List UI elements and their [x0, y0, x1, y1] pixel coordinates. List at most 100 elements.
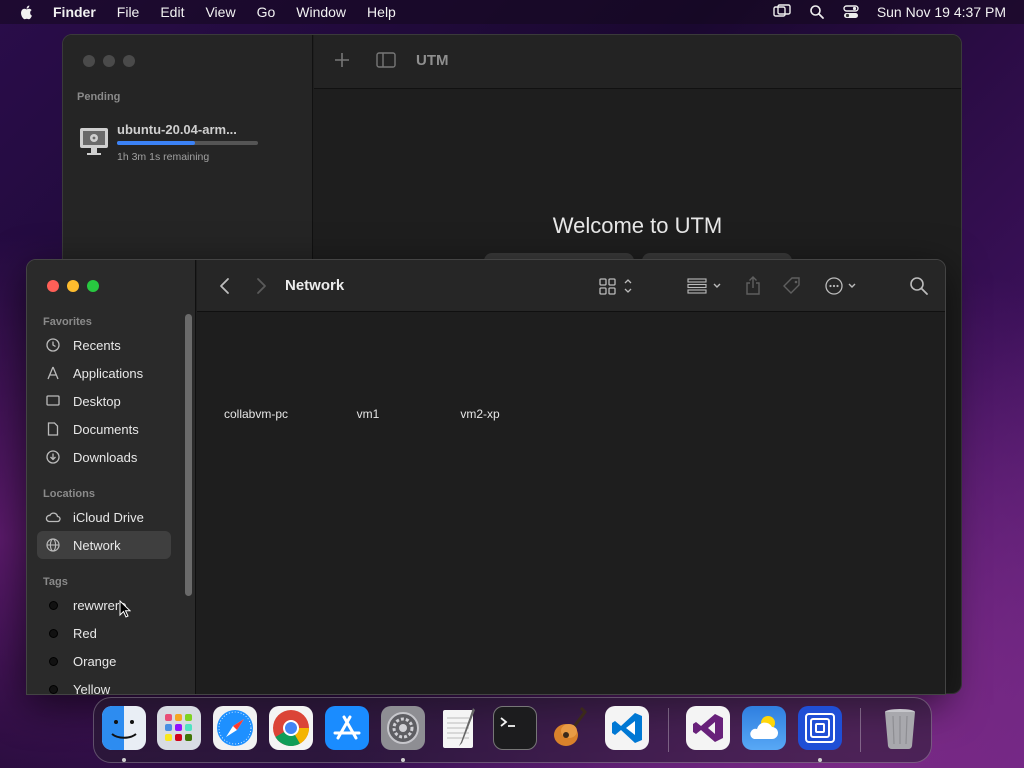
more-actions-icon[interactable]	[824, 276, 860, 296]
finder-content: collabvm-pc vm1 vm2-xp	[197, 313, 945, 694]
welcome-heading: Welcome to UTM	[552, 213, 723, 238]
dock	[93, 697, 932, 763]
utm-zoom-button[interactable]	[123, 55, 135, 67]
dock-chrome-icon[interactable]	[269, 706, 313, 750]
clock-icon	[45, 337, 61, 353]
vm-display-icon	[80, 128, 108, 155]
finder-window: Favorites Recents Applications Desktop D…	[26, 259, 946, 695]
document-icon	[45, 421, 61, 437]
sidebar-item-label: Red	[73, 625, 97, 641]
dock-safari-icon[interactable]	[213, 706, 257, 750]
pending-label: Pending	[77, 91, 121, 103]
finder-minimize-button[interactable]	[67, 280, 79, 292]
menu-help[interactable]: Help	[367, 4, 396, 20]
utm-traffic-lights	[83, 55, 135, 67]
sidebar-tag-red[interactable]: Red	[37, 619, 171, 647]
menu-view[interactable]: View	[205, 4, 235, 20]
sidebar-item-recents[interactable]: Recents	[37, 331, 171, 359]
share-icon[interactable]	[744, 276, 762, 296]
dock-terminal-icon[interactable]	[493, 706, 537, 750]
dock-separator	[860, 708, 861, 752]
network-item-vm1[interactable]: vm1	[318, 407, 418, 421]
dock-finder-icon[interactable]	[102, 706, 146, 750]
dock-visual-studio-icon[interactable]	[686, 706, 730, 750]
sidebar-item-label: Orange	[73, 653, 117, 669]
sidebar-toggle-icon[interactable]	[376, 52, 396, 68]
cloud-icon	[45, 509, 61, 525]
search-icon[interactable]	[909, 276, 929, 296]
dock-weather-icon[interactable]	[742, 706, 786, 750]
sidebar-item-label: Downloads	[73, 449, 138, 465]
utm-close-button[interactable]	[83, 55, 95, 67]
tag-dot-icon	[49, 656, 58, 666]
favorites-label: Favorites	[43, 316, 92, 328]
tag-dot-icon	[49, 628, 58, 638]
sidebar-item-label: Applications	[73, 365, 144, 381]
sidebar-item-label: Yellow	[73, 681, 111, 695]
menu-go[interactable]: Go	[257, 4, 276, 20]
sidebar-item-downloads[interactable]: Downloads	[37, 443, 171, 471]
download-progress-bar	[117, 141, 258, 145]
dock-running-indicator	[818, 758, 822, 762]
network-item-vm2-xp[interactable]: vm2-xp	[430, 407, 530, 421]
applications-icon	[45, 365, 61, 381]
sidebar-item-documents[interactable]: Documents	[37, 415, 171, 443]
dock-separator	[668, 708, 669, 752]
menu-edit[interactable]: Edit	[160, 4, 184, 20]
group-by-icon[interactable]	[687, 276, 725, 296]
sidebar-item-applications[interactable]: Applications	[37, 359, 171, 387]
finder-zoom-button[interactable]	[87, 280, 99, 292]
screen-mirroring-icon[interactable]	[773, 4, 791, 20]
dock-system-preferences-icon[interactable]	[381, 706, 425, 750]
finder-traffic-lights	[47, 280, 99, 292]
utm-minimize-button[interactable]	[103, 55, 115, 67]
mouse-cursor-icon	[119, 600, 131, 618]
finder-close-button[interactable]	[47, 280, 59, 292]
menu-file[interactable]: File	[117, 4, 140, 20]
sidebar-item-label: Network	[73, 537, 121, 553]
finder-sidebar: Favorites Recents Applications Desktop D…	[27, 260, 196, 694]
sidebar-tag-rewwrere[interactable]: rewwrere	[37, 591, 171, 619]
tag-dot-icon	[49, 684, 58, 694]
sidebar-item-desktop[interactable]: Desktop	[37, 387, 171, 415]
downloads-icon	[45, 449, 61, 465]
icon-view-icon[interactable]	[599, 276, 635, 296]
dock-running-indicator	[122, 758, 126, 762]
folder-title: Network	[285, 277, 345, 294]
sidebar-tag-yellow[interactable]: Yellow	[37, 675, 171, 695]
sidebar-scrollbar[interactable]	[185, 314, 192, 596]
utm-title: UTM	[416, 52, 449, 69]
apple-icon[interactable]	[19, 4, 35, 20]
add-vm-icon[interactable]	[333, 51, 351, 69]
download-progress-fill	[117, 141, 195, 145]
remaining-time: 1h 3m 1s remaining	[117, 151, 210, 163]
tag-icon[interactable]	[782, 276, 802, 296]
sidebar-item-icloud-drive[interactable]: iCloud Drive	[37, 503, 171, 531]
utm-toolbar	[314, 35, 961, 89]
network-item-collabvm-pc[interactable]: collabvm-pc	[206, 407, 306, 421]
control-center-icon[interactable]	[843, 4, 859, 20]
locations-label: Locations	[43, 488, 95, 500]
sidebar-item-label: Desktop	[73, 393, 121, 409]
menubar-clock[interactable]: Sun Nov 19 4:37 PM	[877, 4, 1006, 20]
menu-window[interactable]: Window	[296, 4, 346, 20]
dock-running-indicator	[401, 758, 405, 762]
dock-app-store-icon[interactable]	[325, 706, 369, 750]
vm-name[interactable]: ubuntu-20.04-arm...	[117, 122, 237, 137]
dock-utm-icon[interactable]	[798, 706, 842, 750]
menu-bar: Finder File Edit View Go Window Help Sun…	[0, 0, 1024, 24]
dock-trash-icon[interactable]	[878, 706, 922, 750]
spotlight-search-icon[interactable]	[809, 4, 825, 20]
sidebar-item-network[interactable]: Network	[37, 531, 171, 559]
dock-launchpad-icon[interactable]	[157, 706, 201, 750]
forward-chevron-icon[interactable]	[253, 276, 269, 296]
tag-dot-icon	[49, 600, 58, 610]
sidebar-tag-orange[interactable]: Orange	[37, 647, 171, 675]
dock-textedit-icon[interactable]	[437, 706, 481, 750]
tags-label: Tags	[43, 576, 68, 588]
menu-finder[interactable]: Finder	[53, 4, 96, 20]
dock-garageband-icon[interactable]	[549, 706, 593, 750]
sidebar-item-label: Documents	[73, 421, 139, 437]
dock-vscode-icon[interactable]	[605, 706, 649, 750]
back-chevron-icon[interactable]	[217, 276, 233, 296]
